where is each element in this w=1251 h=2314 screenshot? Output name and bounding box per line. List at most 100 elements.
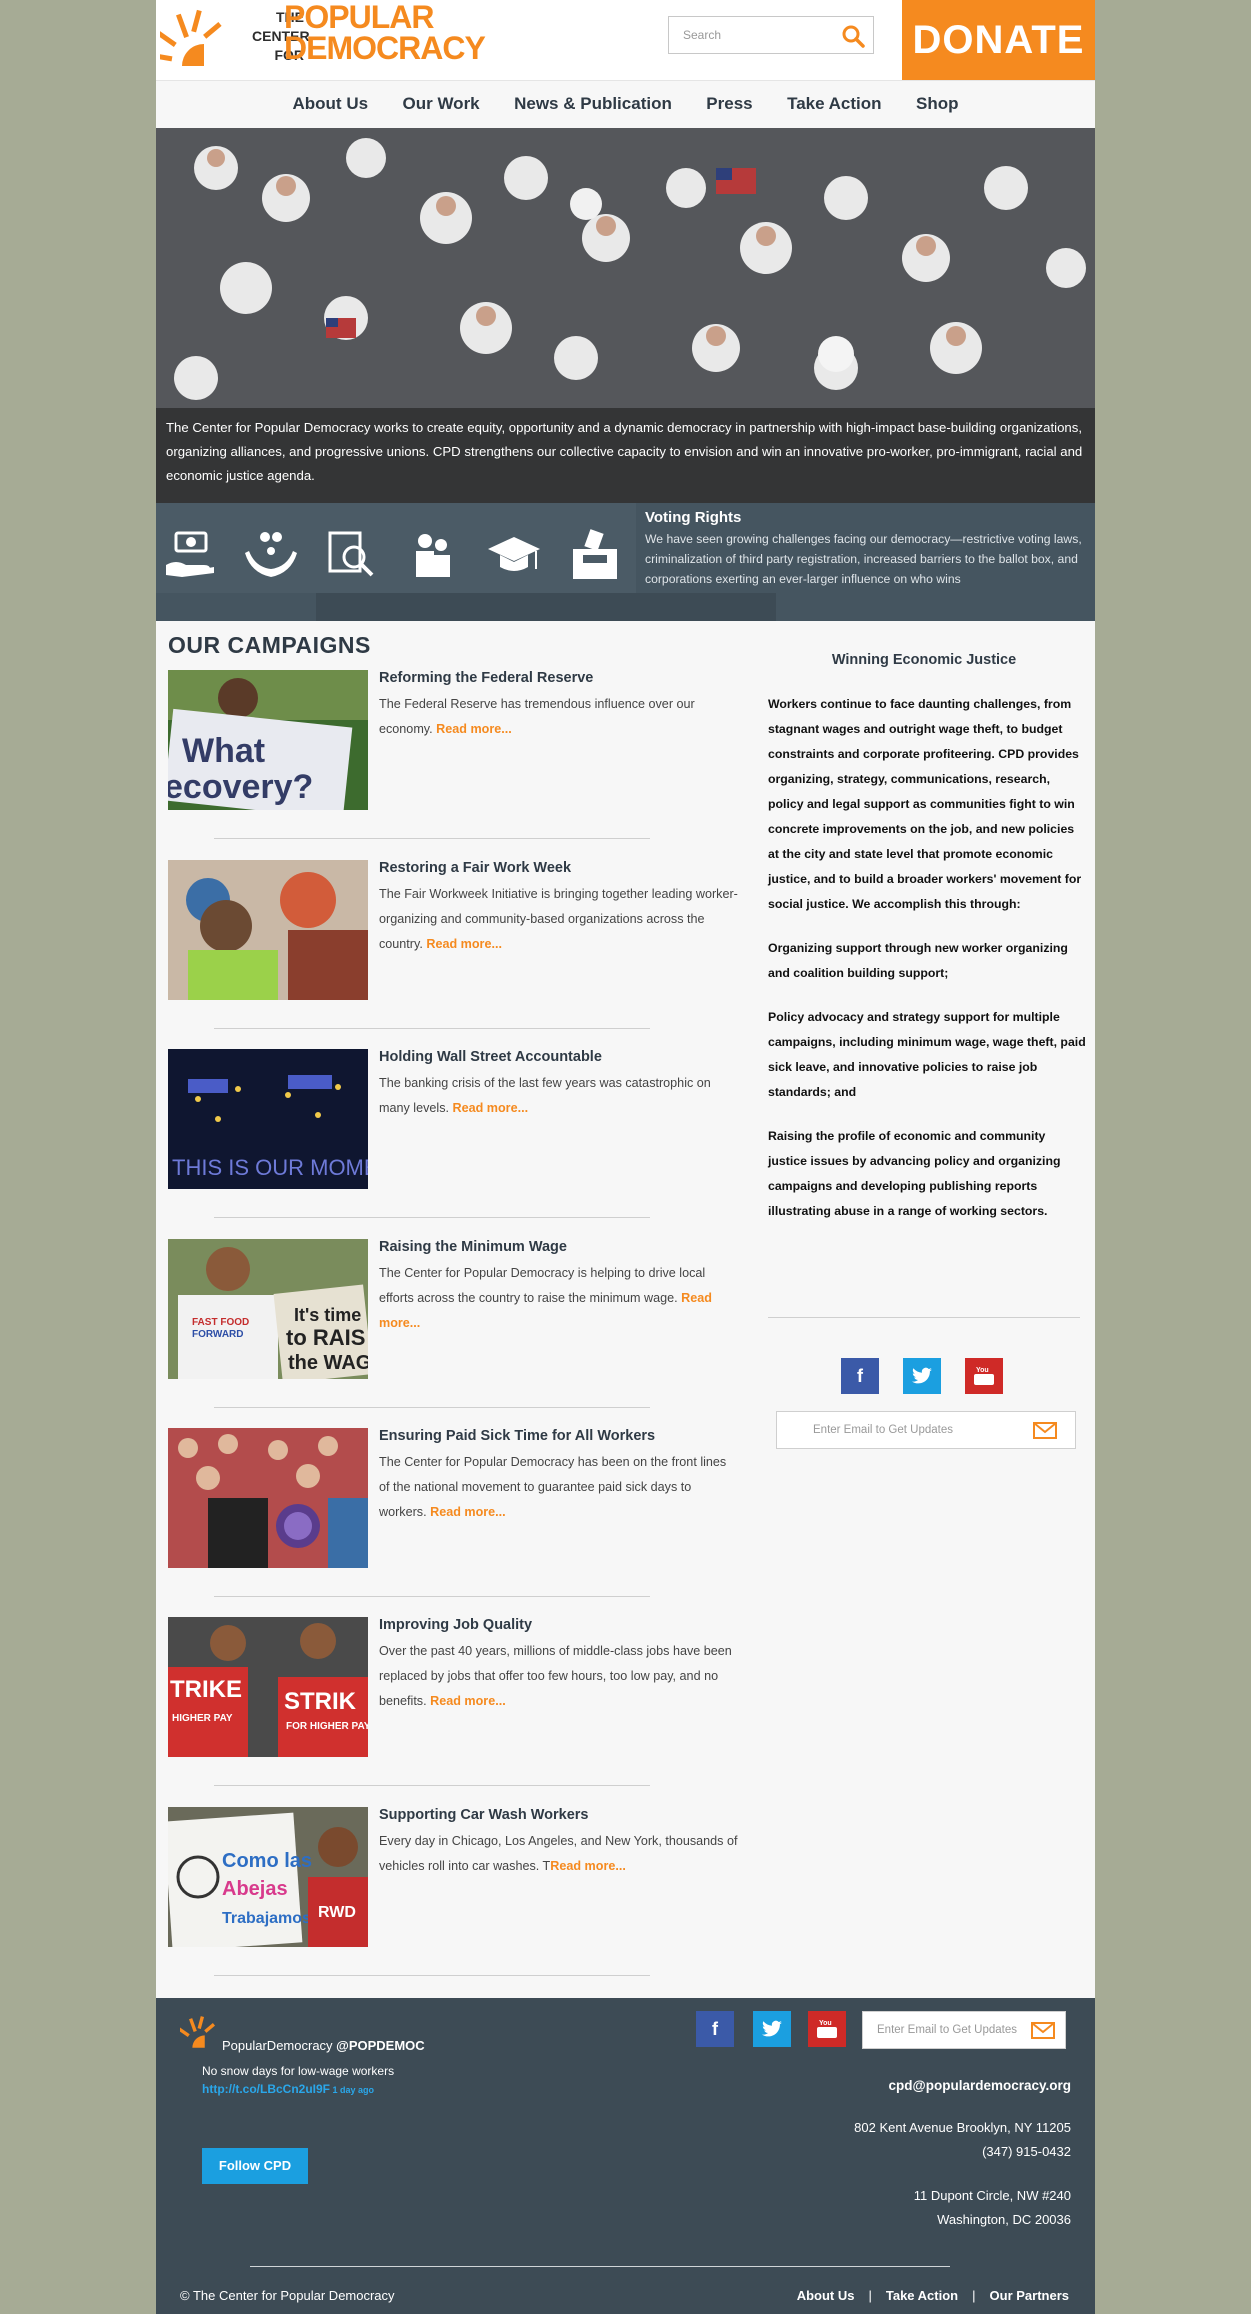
sidebar-paragraph: Organizing support through new worker or… [768, 941, 1068, 980]
tweet-link[interactable]: http://t.co/LBcCn2uI9F 1 day ago [202, 2082, 374, 2096]
svg-text:HIGHER PAY: HIGHER PAY [172, 1713, 233, 1724]
graduation-cap-icon[interactable] [486, 529, 542, 581]
svg-text:to RAIS: to RAIS [286, 1325, 365, 1350]
read-more-link[interactable]: Read more... [430, 1505, 506, 1519]
issue-icons-row [156, 503, 636, 593]
sidebar-body: Workers continue to face daunting challe… [768, 692, 1086, 1243]
campaign-thumbnail[interactable]: TRIKE STRIK HIGHER PAY FOR HIGHER PAY [168, 1617, 368, 1757]
issues-bar: Voting Rights We have seen growing chall… [156, 503, 1095, 621]
campaign-description: Over the past 40 years, millions of midd… [379, 1644, 732, 1708]
search-icon[interactable] [841, 24, 865, 48]
envelope-icon[interactable] [1031, 2022, 1055, 2039]
email-placeholder: Enter Email to Get Updates [813, 1424, 953, 1436]
read-more-link[interactable]: Read more... [453, 1101, 529, 1115]
svg-text:THIS IS OUR MOMEN: THIS IS OUR MOMEN [172, 1155, 368, 1180]
read-more-link[interactable]: Read more... [436, 722, 512, 736]
donate-button[interactable]: DONATE [902, 0, 1095, 80]
campaign-title[interactable]: Restoring a Fair Work Week [379, 860, 571, 876]
ballot-box-icon[interactable] [567, 529, 623, 581]
footer-link-take-action[interactable]: Take Action [886, 2288, 958, 2303]
nav-our-work[interactable]: Our Work [403, 81, 480, 127]
hero-banner: The Center for Popular Democracy works t… [156, 128, 1095, 503]
search-box[interactable]: Search [668, 16, 874, 54]
document-search-icon[interactable] [324, 529, 380, 581]
svg-text:TRIKE: TRIKE [170, 1676, 242, 1703]
site-logo[interactable]: THE CENTER FOR POPULAR DEMOCRACY [160, 1, 486, 70]
campaign-description: The Center for Popular Democracy is help… [379, 1266, 712, 1330]
sidebar-paragraph: Policy advocacy and strategy support for… [768, 1010, 1086, 1099]
money-hand-icon[interactable] [162, 529, 218, 581]
envelope-icon[interactable] [1033, 1422, 1057, 1439]
svg-text:the WAG: the WAG [288, 1352, 368, 1374]
campaign-item: What ecovery? Reforming the Federal Rese… [168, 670, 743, 839]
sidebar-title: Winning Economic Justice [831, 652, 1017, 668]
campaign-title[interactable]: Supporting Car Wash Workers [379, 1807, 588, 1823]
twitter-icon[interactable] [753, 2011, 791, 2047]
campaign-thumbnail[interactable] [168, 860, 368, 1000]
campaign-title[interactable]: Holding Wall Street Accountable [379, 1049, 602, 1065]
campaign-title[interactable]: Reforming the Federal Reserve [379, 670, 593, 686]
campaign-thumbnail[interactable]: What ecovery? [168, 670, 368, 810]
campaign-thumbnail[interactable] [168, 1428, 368, 1568]
link-separator: | [972, 2288, 976, 2303]
divider [214, 1596, 650, 1597]
facebook-icon[interactable]: f [696, 2011, 734, 2047]
site-header: THE CENTER FOR POPULAR DEMOCRACY Search … [156, 0, 1095, 80]
site-footer: PopularDemocracy @POPDEMOC No snow days … [156, 1998, 1095, 2314]
campaign-item: THIS IS OUR MOMEN Holding Wall Street Ac… [168, 1049, 743, 1218]
campaigns-heading: OUR CAMPAIGNS [168, 632, 371, 658]
campaign-title[interactable]: Raising the Minimum Wage [379, 1239, 567, 1255]
footer-link-our-partners[interactable]: Our Partners [990, 2288, 1069, 2303]
footer-link-about-us[interactable]: About Us [797, 2288, 855, 2303]
facebook-icon[interactable]: f [841, 1358, 879, 1394]
campaign-title[interactable]: Improving Job Quality [379, 1617, 532, 1633]
twitter-icon[interactable] [903, 1358, 941, 1394]
campaign-item: Ensuring Paid Sick Time for All Workers … [168, 1428, 743, 1597]
campaign-title[interactable]: Ensuring Paid Sick Time for All Workers [379, 1428, 655, 1444]
campaign-description: The Federal Reserve has tremendous influ… [379, 697, 695, 736]
svg-text:STRIK: STRIK [284, 1688, 357, 1715]
footer-links: About Us | Take Action | Our Partners [797, 2288, 1069, 2303]
footer-email-field[interactable]: Enter Email to Get Updates [862, 2011, 1066, 2049]
sidebar-email-field[interactable]: Enter Email to Get Updates [776, 1411, 1076, 1449]
campaign-thumbnail[interactable]: Como las Abejas Trabajamos RWD [168, 1807, 368, 1947]
svg-text:Trabajamos: Trabajamos [222, 1910, 311, 1927]
svg-text:It's time: It's time [294, 1305, 361, 1325]
sun-logo-icon [160, 9, 222, 66]
campaign-item: Como las Abejas Trabajamos RWD Supportin… [168, 1807, 743, 1976]
read-more-link[interactable]: Read more... [430, 1694, 506, 1708]
follow-cpd-button[interactable]: Follow CPD [202, 2148, 308, 2184]
read-more-link[interactable]: Read more... [550, 1859, 626, 1873]
read-more-link[interactable]: Read more... [426, 937, 502, 951]
family-hands-icon[interactable] [243, 529, 299, 581]
issue-description: We have seen growing challenges facing o… [645, 532, 1082, 586]
tweet-text: No snow days for low-wage workers [202, 2064, 395, 2078]
campaign-description: The banking crisis of the last few years… [379, 1076, 711, 1115]
contact-email[interactable]: cpd@populardemocracy.org [889, 2078, 1071, 2093]
campaign-item: TRIKE STRIK HIGHER PAY FOR HIGHER PAY Im… [168, 1617, 743, 1786]
campaign-description: Every day in Chicago, Los Angeles, and N… [379, 1834, 738, 1873]
people-icon[interactable] [405, 529, 461, 581]
svg-text:FAST FOOD: FAST FOOD [192, 1317, 249, 1328]
address-washington: 11 Dupont Circle, NW #240 Washington, DC… [913, 2188, 1071, 2227]
nav-press[interactable]: Press [706, 81, 752, 127]
logo-big-text: POPULAR DEMOCRACY [284, 0, 486, 66]
search-placeholder: Search [683, 28, 722, 42]
campaign-thumbnail[interactable]: FAST FOOD FORWARD It's time to RAIS the … [168, 1239, 368, 1379]
campaign-item: Restoring a Fair Work Week The Fair Work… [168, 860, 743, 1029]
nav-news-publication[interactable]: News & Publication [514, 81, 672, 127]
issues-strip [316, 593, 776, 621]
nav-take-action[interactable]: Take Action [787, 81, 881, 127]
svg-text:Abejas: Abejas [222, 1878, 288, 1900]
divider [250, 2266, 950, 2267]
campaign-thumbnail[interactable]: THIS IS OUR MOMEN [168, 1049, 368, 1189]
nav-shop[interactable]: Shop [916, 81, 959, 127]
youtube-icon[interactable]: You [808, 2011, 846, 2047]
campaign-description: The Fair Workweek Initiative is bringing… [379, 887, 738, 951]
twitter-handle[interactable]: PopularDemocracy @POPDEMOC [222, 2038, 425, 2053]
issue-title[interactable]: Voting Rights [645, 509, 741, 526]
nav-about-us[interactable]: About Us [293, 81, 369, 127]
copyright: © The Center for Popular Democracy [180, 2288, 395, 2303]
youtube-icon[interactable]: You [965, 1358, 1003, 1394]
hero-caption: The Center for Popular Democracy works t… [156, 408, 1095, 503]
